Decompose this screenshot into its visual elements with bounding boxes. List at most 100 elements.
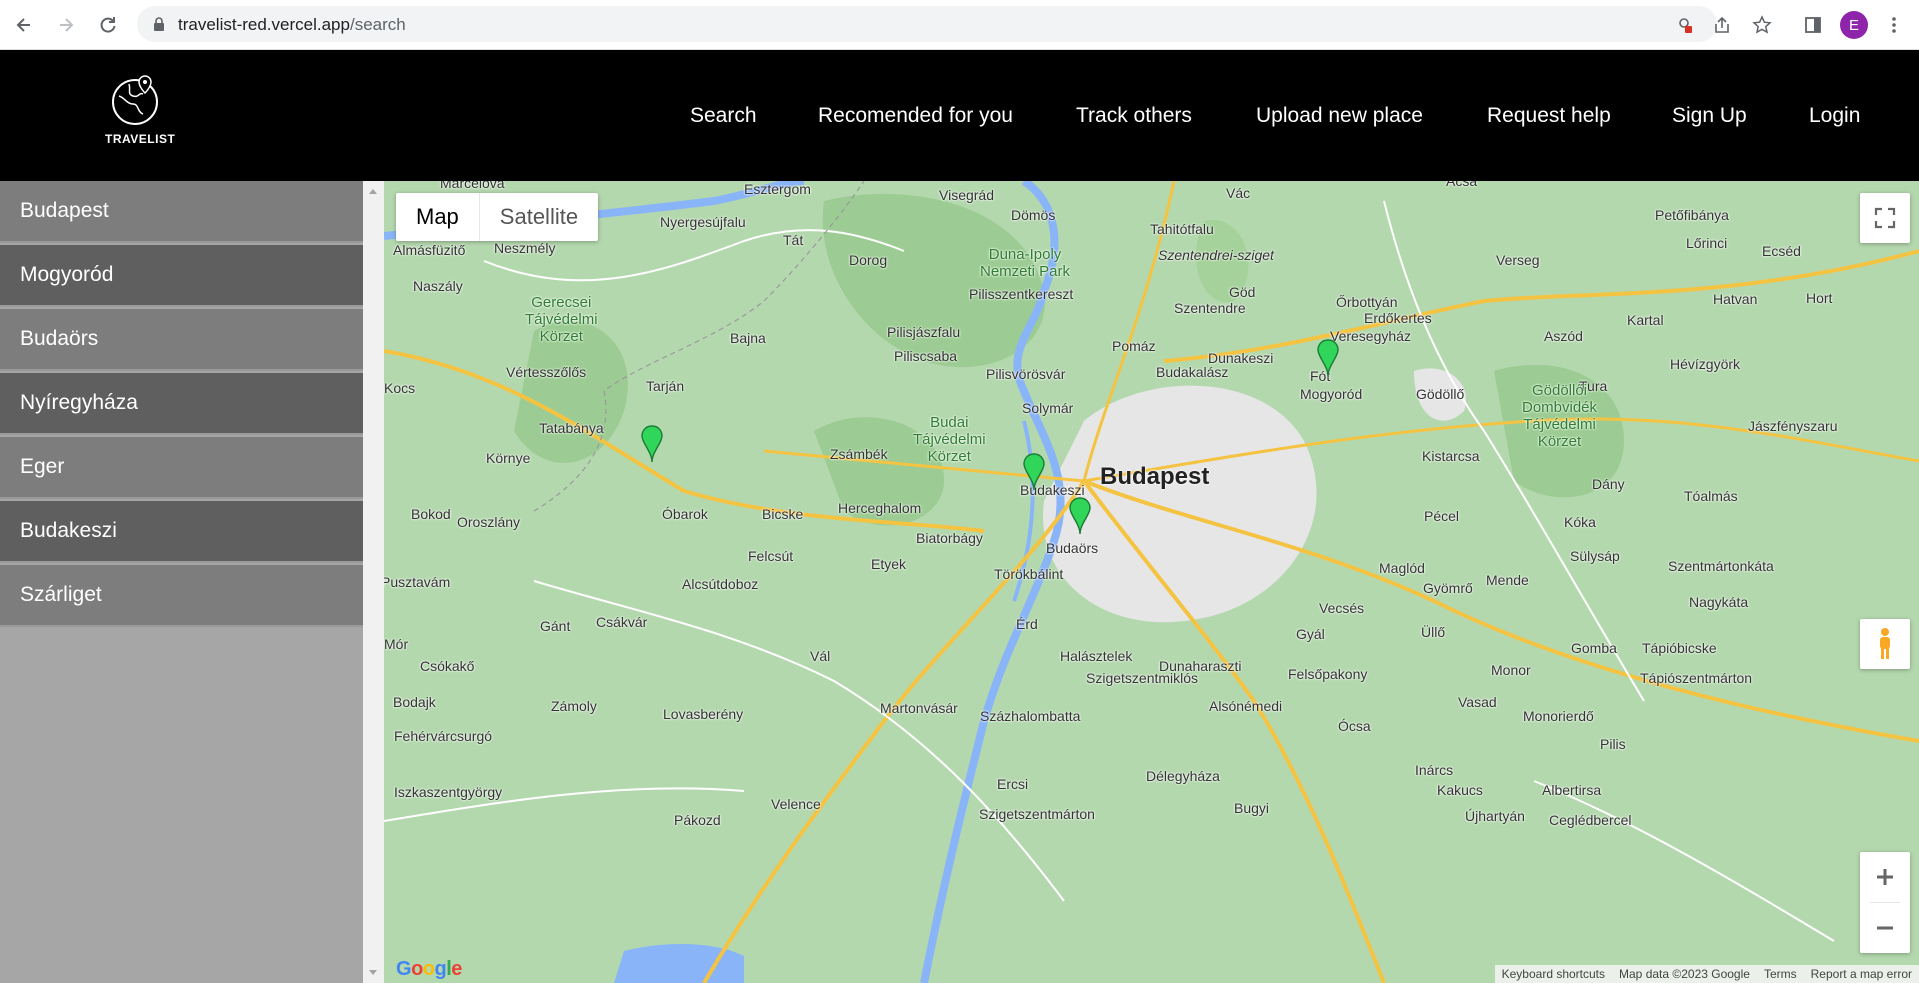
place-label: Kartal [1627, 312, 1664, 328]
nav-upload-place[interactable]: Upload new place [1256, 104, 1423, 128]
sidebar-item-budapest[interactable]: Budapest [0, 181, 363, 243]
place-label: Ócsa [1338, 718, 1371, 734]
terms-link[interactable]: Terms [1757, 967, 1804, 981]
place-marker-icon[interactable] [1316, 338, 1340, 378]
place-label: Érd [1016, 616, 1038, 632]
place-label: Verseg [1496, 252, 1540, 268]
sidebar-item-mogyorod[interactable]: Mogyoród [0, 245, 363, 307]
zoom-out-button[interactable] [1860, 903, 1910, 953]
place-label: Vál [810, 648, 831, 664]
place-label: Környe [486, 450, 531, 466]
place-label: Vasad [1458, 694, 1497, 710]
share-icon[interactable] [1708, 11, 1736, 39]
place-label: Tápiószentmárton [1640, 670, 1753, 686]
place-label: Mende [1486, 572, 1529, 588]
place-label: Tarján [646, 378, 685, 394]
reload-icon[interactable] [94, 11, 122, 39]
sidebar-item-budaors[interactable]: Budaörs [0, 309, 363, 371]
place-label: Szigetszentmárton [979, 806, 1095, 822]
kebab-menu-icon[interactable] [1880, 11, 1908, 39]
place-label: Tóalmás [1684, 488, 1738, 504]
map-type-map-button[interactable]: Map [396, 193, 479, 241]
sidebar-item-budakeszi[interactable]: Budakeszi [0, 501, 363, 563]
place-label: Bodajk [393, 694, 436, 710]
place-label: Pilisszentkereszt [969, 286, 1074, 302]
place-label: Nyergesújfalu [660, 214, 746, 230]
place-marker-icon[interactable] [1022, 452, 1046, 492]
nav-search[interactable]: Search [690, 104, 757, 128]
nav-recommended[interactable]: Recomended for you [818, 104, 1013, 128]
place-label: Ecséd [1762, 243, 1801, 259]
sidebar-item-nyiregyhaza[interactable]: Nyíregyháza [0, 373, 363, 435]
place-label: Százhalombatta [980, 708, 1081, 724]
place-label: Alcsútdoboz [682, 576, 759, 592]
address-bar[interactable]: travelist-red.vercel.app/search [137, 6, 1717, 42]
place-label: Herceghalom [838, 500, 922, 516]
place-label: Zsámbék [830, 446, 888, 462]
side-panel-icon[interactable] [1799, 11, 1827, 39]
place-label: Esztergom [744, 181, 811, 197]
place-label: Mór [384, 636, 409, 652]
place-label: Oroszlány [457, 514, 521, 530]
profile-avatar[interactable]: E [1840, 11, 1868, 39]
place-label: Pilis [1600, 736, 1626, 752]
scroll-up-arrow-icon[interactable] [369, 189, 377, 194]
place-label: Mogyoród [1300, 386, 1363, 402]
place-label: Hatvan [1713, 291, 1758, 307]
park-label: Gödöllői Dombvidék Tájvédelmi Körzet [1522, 382, 1598, 450]
nav-login[interactable]: Login [1809, 104, 1860, 128]
place-label: Monor [1491, 662, 1531, 678]
nav-request-help[interactable]: Request help [1487, 104, 1611, 128]
place-label: Göd [1229, 284, 1256, 300]
nav-track-others[interactable]: Track others [1076, 104, 1192, 128]
place-label: Hort [1806, 290, 1833, 306]
city-label-budapest: Budapest [1100, 463, 1210, 490]
place-marker-icon[interactable] [1068, 496, 1092, 536]
place-label: Pomáz [1112, 338, 1156, 354]
place-label: Csákvár [596, 614, 648, 630]
sidebar-item-szarliget[interactable]: Szárliget [0, 565, 363, 627]
place-label: Őrbottyán [1336, 294, 1398, 310]
nav-sign-up[interactable]: Sign Up [1672, 104, 1747, 128]
scroll-down-arrow-icon[interactable] [369, 970, 377, 975]
google-map[interactable]: Marcelová Esztergom Visegrád Vác Acsa Pe… [384, 181, 1919, 983]
park-label: Budai Tájvédelmi Körzet [913, 414, 986, 465]
sidebar-item-eger[interactable]: Eger [0, 437, 363, 499]
place-label: Marcelová [440, 181, 505, 191]
google-logo[interactable]: Google [396, 958, 462, 981]
keyboard-shortcuts-link[interactable]: Keyboard shortcuts [1495, 967, 1612, 981]
place-label: Fehérvárcsurgó [394, 728, 493, 744]
place-label: Lőrinci [1686, 235, 1728, 251]
place-label: Jászfényszaru [1748, 418, 1838, 434]
map-type-control: Map Satellite [396, 193, 599, 241]
park-label: Duna-Ipoly Nemzeti Park [980, 246, 1071, 280]
island-label: Szentendrei-sziget [1158, 247, 1274, 263]
bookmark-star-icon[interactable] [1748, 11, 1776, 39]
place-label: Veresegyház [1330, 328, 1411, 344]
report-error-link[interactable]: Report a map error [1804, 967, 1919, 981]
zoom-in-button[interactable] [1860, 852, 1910, 902]
place-label: Vác [1226, 185, 1251, 201]
scrollbar[interactable] [363, 181, 384, 983]
place-label: Zámoly [551, 698, 597, 714]
place-label: Pilisvörösvár [986, 366, 1066, 382]
plus-icon [1877, 869, 1893, 885]
tracking-blocked-icon[interactable] [1670, 11, 1698, 39]
place-label: Budakalász [1156, 364, 1229, 380]
travelist-logo[interactable]: TRAVELIST [105, 70, 175, 160]
place-label: Pécel [1424, 508, 1460, 524]
place-marker-icon[interactable] [640, 424, 664, 464]
place-label: Pusztavám [384, 574, 451, 590]
zoom-control [1860, 852, 1910, 953]
back-arrow-icon[interactable] [10, 11, 38, 39]
place-label: Velence [771, 796, 821, 812]
map-type-satellite-button[interactable]: Satellite [478, 193, 598, 241]
place-label: Budaörs [1046, 540, 1099, 556]
pegman-icon[interactable] [1860, 619, 1910, 669]
place-label: Naszály [413, 278, 463, 294]
place-label: Felcsút [748, 548, 794, 564]
map-tiles [384, 181, 1919, 983]
forward-arrow-icon[interactable] [52, 11, 80, 39]
place-label: Alsónémedi [1209, 698, 1283, 714]
fullscreen-icon[interactable] [1860, 193, 1910, 243]
